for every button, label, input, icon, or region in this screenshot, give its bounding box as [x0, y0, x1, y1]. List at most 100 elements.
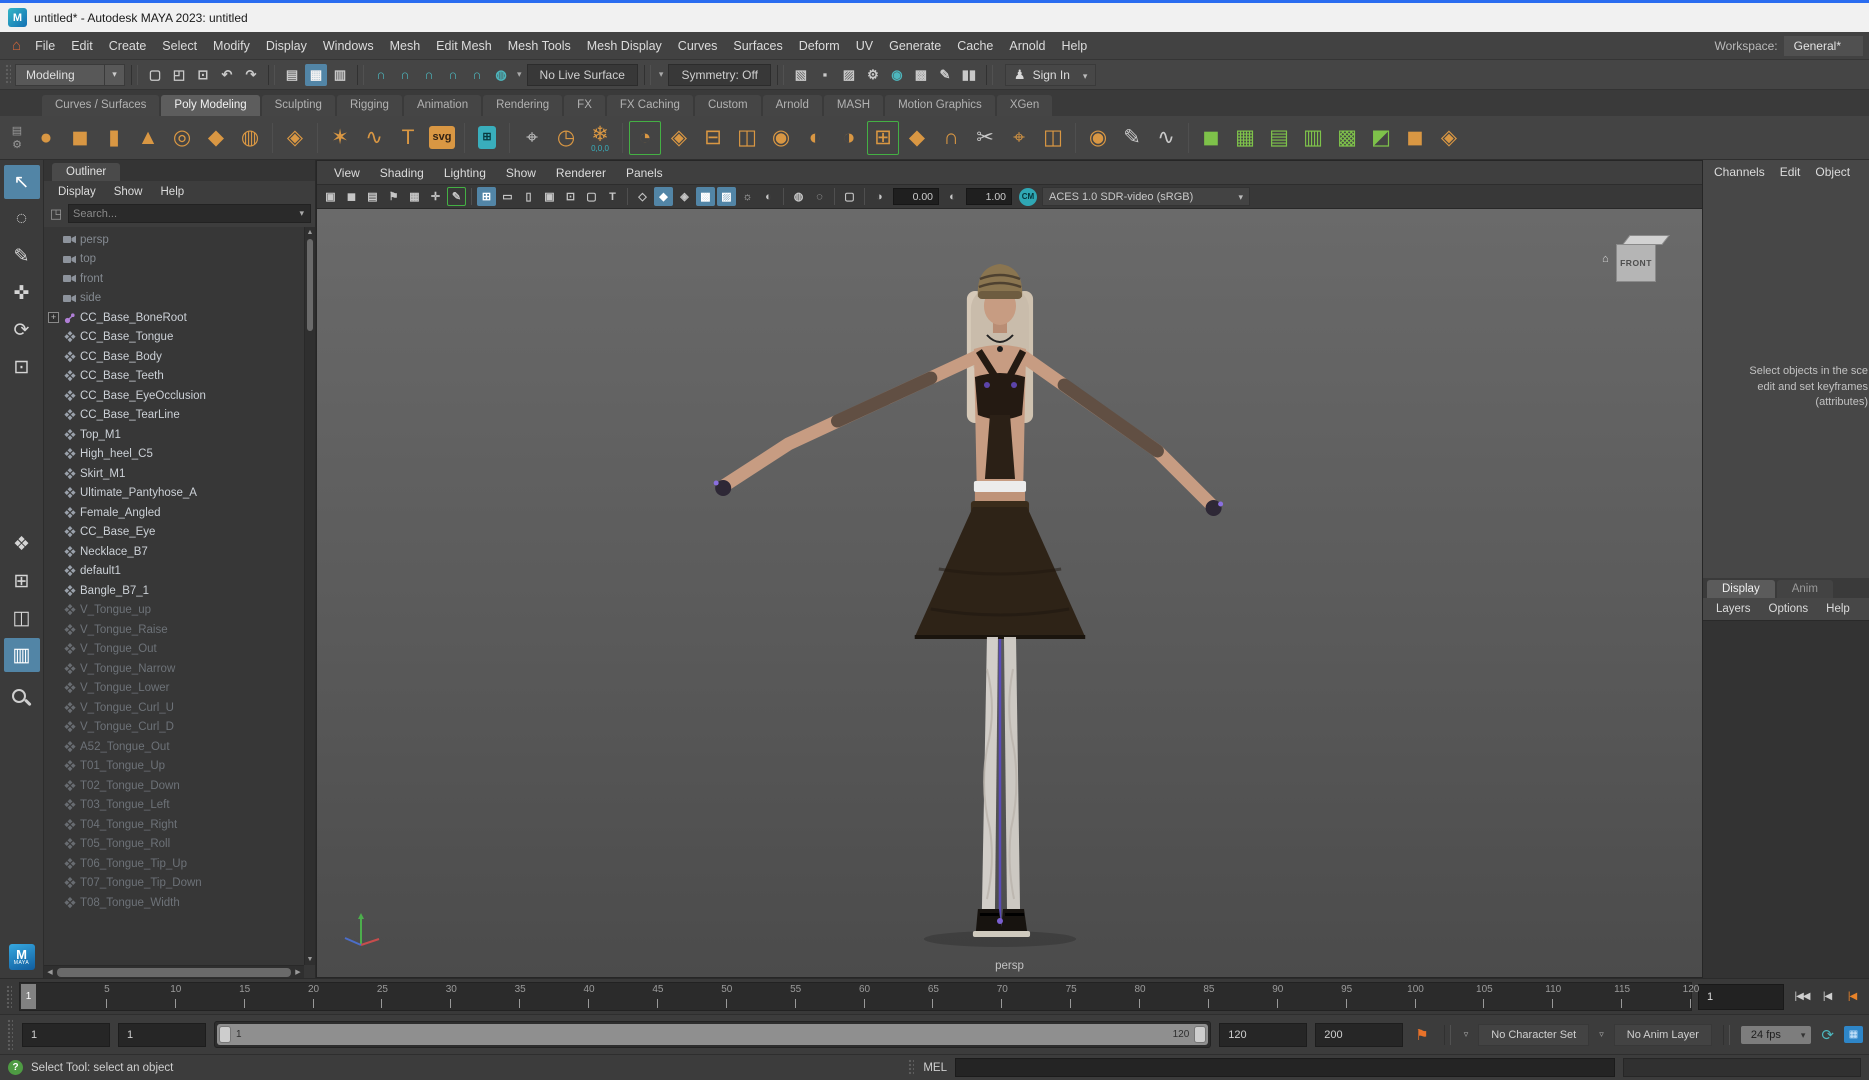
outliner-item-side[interactable]: side [48, 289, 303, 309]
menu-mesh-display[interactable]: Mesh Display [579, 35, 670, 57]
bevel-icon[interactable]: ◆ [901, 121, 933, 155]
symmetry-field[interactable]: Symmetry: Off [668, 63, 771, 86]
camera-attributes-icon[interactable]: ▤ [363, 187, 382, 206]
select-by-component-icon[interactable]: ▥ [329, 64, 351, 86]
image-plane-icon[interactable]: ▦ [405, 187, 424, 206]
home-icon[interactable]: ⌂ [6, 37, 27, 54]
select-by-object-icon[interactable]: ▦ [305, 63, 327, 86]
shelf-menu-icon[interactable]: ▤ [4, 124, 30, 137]
vertical-scrollbar[interactable]: ▲ ▼ [304, 227, 315, 965]
outliner-item-cc-base-tongue[interactable]: CC_Base_Tongue [48, 328, 303, 348]
display-menu-help[interactable]: Help [1819, 601, 1857, 617]
shelf-tab-rigging[interactable]: Rigging [336, 95, 402, 116]
outliner-item-female-angled[interactable]: Female_Angled [48, 503, 303, 523]
go-to-start-button[interactable]: |◀◀ [1790, 985, 1814, 1009]
outliner-item-t05-tongue-roll[interactable]: T05_Tongue_Roll [48, 835, 303, 855]
boolean-union-icon[interactable]: ◉ [765, 121, 797, 155]
range-bar[interactable]: 1 120 [217, 1024, 1209, 1045]
character-set-dropdown[interactable]: No Character Set [1478, 1023, 1590, 1046]
menu-modify[interactable]: Modify [205, 35, 258, 57]
subdiv-proxy-icon[interactable]: ◈ [1433, 121, 1465, 155]
menu-mesh[interactable]: Mesh [382, 35, 429, 57]
poly-torus-icon[interactable]: ◎ [166, 121, 198, 155]
shelf-tab-mash[interactable]: MASH [823, 95, 884, 116]
outliner-item-top-m1[interactable]: Top_M1 [48, 425, 303, 445]
timeline-tick-120[interactable]: 120 [1622, 983, 1699, 1010]
filter-icon[interactable]: ◳ [48, 206, 64, 222]
viewcube-home-icon[interactable]: ⌂ [1602, 253, 1609, 265]
channelbox-menu-edit[interactable]: Edit [1773, 163, 1808, 181]
paint-selection-tool[interactable]: ✎ [4, 239, 40, 273]
render-settings-icon[interactable]: ⚙ [862, 64, 884, 86]
bookmark-icon[interactable]: ⚑ [384, 187, 403, 206]
timeline-tick-40[interactable]: 40 [520, 983, 595, 1010]
current-frame-field[interactable] [1698, 983, 1784, 1010]
two-d-pan-zoom-icon[interactable]: ✛ [426, 187, 445, 206]
field-chart-icon[interactable]: ⊡ [561, 187, 580, 206]
channelbox-menu-object[interactable]: Object [1808, 163, 1857, 181]
outliner-item-cc-base-eye[interactable]: CC_Base_Eye [48, 523, 303, 543]
symmetry-caret-icon[interactable]: ▾ [657, 69, 666, 80]
scrollbar-thumb[interactable] [57, 967, 291, 977]
delete-history-icon[interactable]: ◷ [550, 121, 582, 155]
timeline-tick-25[interactable]: 25 [314, 983, 388, 1010]
wireframe-icon[interactable]: ◇ [633, 187, 652, 206]
display-menu-options[interactable]: Options [1762, 601, 1816, 617]
animation-start-field[interactable] [118, 1022, 206, 1047]
render-setup-icon[interactable]: ▩ [910, 64, 932, 86]
shelf-tab-fx-caching[interactable]: FX Caching [606, 95, 693, 116]
outliner-item-persp[interactable]: persp [48, 230, 303, 250]
outliner-item-t03-tongue-left[interactable]: T03_Tongue_Left [48, 796, 303, 816]
commandline-grip[interactable] [908, 1059, 915, 1076]
type-tool-icon[interactable]: T [392, 121, 424, 155]
scroll-right-icon[interactable]: ▶ [292, 968, 304, 976]
new-scene-icon[interactable]: ▢ [144, 64, 166, 86]
viewport-menu-renderer[interactable]: Renderer [547, 163, 615, 183]
poly-cone-icon[interactable]: ▲ [132, 121, 164, 155]
smooth-icon[interactable]: ◉ [1082, 121, 1114, 155]
grid-icon[interactable]: ⊞ [477, 187, 496, 206]
poly-sphere-icon[interactable]: ● [30, 121, 62, 155]
timeline-tick-50[interactable]: 50 [658, 983, 732, 1010]
lock-camera-icon[interactable]: ◼ [342, 187, 361, 206]
viewport-menu-shading[interactable]: Shading [371, 163, 433, 183]
search-input[interactable] [73, 207, 298, 220]
poly-disc-icon[interactable]: ◍ [234, 121, 266, 155]
crease-tool-icon[interactable]: ✎ [1116, 121, 1148, 155]
menu-file[interactable]: File [27, 35, 63, 57]
single-pane-layout[interactable]: ❖ [4, 527, 40, 561]
color-management-icon[interactable]: CM [1019, 187, 1037, 206]
timeline-tick-80[interactable]: 80 [1071, 983, 1146, 1010]
select-tool[interactable]: ↖ [3, 165, 40, 199]
timeline-tick-95[interactable]: 95 [1278, 983, 1352, 1010]
help-icon[interactable]: ? [8, 1060, 23, 1075]
outliner-item-skirt-m1[interactable]: Skirt_M1 [48, 464, 303, 484]
shelf-tab-sculpting[interactable]: Sculpting [261, 95, 335, 116]
outliner-item-a52-tongue-out[interactable]: A52_Tongue_Out [48, 737, 303, 757]
shelf-tab-rendering[interactable]: Rendering [483, 95, 563, 116]
fps-dropdown[interactable]: 24 fps [1740, 1025, 1812, 1044]
ipr-render-icon[interactable]: ▨ [838, 64, 860, 86]
outliner-item-v-tongue-curl-d[interactable]: V_Tongue_Curl_D [48, 718, 303, 738]
current-frame-marker[interactable]: 1 [21, 984, 36, 1009]
outliner-item-t02-tongue-down[interactable]: T02_Tongue_Down [48, 776, 303, 796]
timeslider-grip[interactable] [6, 985, 12, 1008]
shelf-tab-animation[interactable]: Animation [403, 95, 482, 116]
snap-options-caret-icon[interactable]: ▾ [515, 69, 524, 80]
save-scene-icon[interactable]: ⊡ [192, 64, 214, 86]
mirror-icon[interactable]: ◫ [1037, 121, 1069, 155]
scale-tool[interactable]: ⊡ [4, 350, 40, 384]
shelf-tab-poly-modeling[interactable]: Poly Modeling [161, 95, 260, 116]
range-slider[interactable]: 1 120 [214, 1021, 1212, 1048]
outliner-item-cc-base-eyeocclusion[interactable]: CC_Base_EyeOcclusion [48, 386, 303, 406]
outliner-item-t04-tongue-right[interactable]: T04_Tongue_Right [48, 815, 303, 835]
workspace-dropdown[interactable]: General* [1783, 35, 1863, 56]
menu-help[interactable]: Help [1054, 35, 1096, 57]
time-editor-icon[interactable]: ▦ [1844, 1026, 1863, 1043]
sweep-mesh-icon[interactable]: ✶ [324, 121, 356, 155]
timeline-tick-90[interactable]: 90 [1209, 983, 1283, 1010]
menu-uv[interactable]: UV [848, 35, 881, 57]
search-icon[interactable] [11, 689, 32, 709]
timeline-tick-5[interactable]: 5 [38, 983, 110, 1010]
outliner-item-high-heel-c5[interactable]: High_heel_C5 [48, 445, 303, 465]
